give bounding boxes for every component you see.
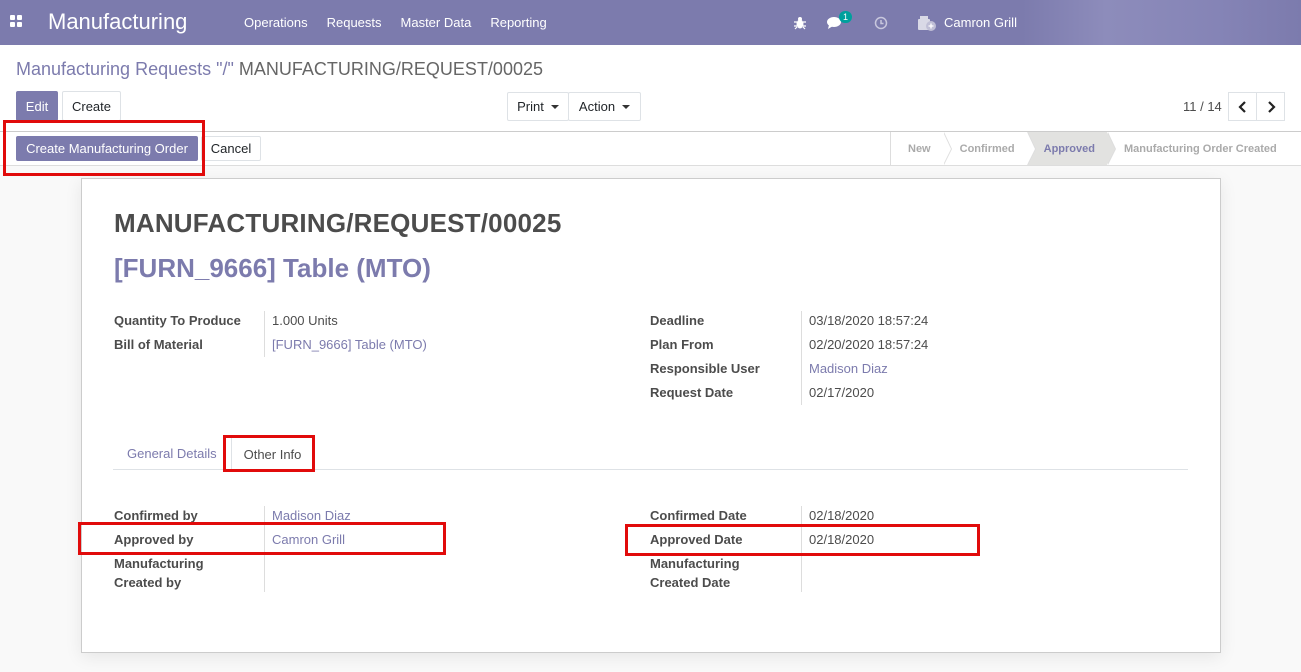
plan-from-label: Plan From bbox=[650, 337, 714, 352]
manufacturing-created-date-label-line1: Manufacturing bbox=[650, 556, 740, 571]
company-avatar-icon bbox=[918, 15, 936, 31]
menu-operations[interactable]: Operations bbox=[244, 15, 308, 30]
approved-by-link[interactable]: Camron Grill bbox=[272, 530, 345, 549]
field-divider bbox=[264, 311, 265, 357]
action-dropdown[interactable]: Action bbox=[568, 92, 641, 121]
main-menu: Operations Requests Master Data Reportin… bbox=[244, 0, 566, 45]
confirmed-date-value: 02/18/2020 bbox=[809, 508, 875, 523]
notebook-tabs: General Details Other Info bbox=[113, 437, 1188, 471]
create-button[interactable]: Create bbox=[62, 91, 121, 121]
manufacturing-created-by-label-line1: Manufacturing bbox=[114, 556, 204, 571]
top-navbar: Manufacturing Operations Requests Master… bbox=[0, 0, 1301, 45]
chevron-left-icon bbox=[1237, 100, 1246, 113]
stage-approved[interactable]: Approved bbox=[1026, 132, 1117, 165]
menu-requests[interactable]: Requests bbox=[327, 15, 382, 30]
pager-value[interactable]: 11 / 14 bbox=[1183, 99, 1222, 114]
breadcrumb-separator: "/" bbox=[216, 59, 234, 79]
record-title: MANUFACTURING/REQUEST/00025 bbox=[114, 208, 562, 238]
deadline-value: 03/18/2020 18:57:24 bbox=[809, 313, 929, 328]
deadline-label: Deadline bbox=[650, 313, 705, 328]
breadcrumb: Manufacturing Requests "/" MANUFACTURING… bbox=[16, 59, 543, 80]
create-manufacturing-order-button[interactable]: Create Manufacturing Order bbox=[16, 136, 198, 161]
plan-from-value: 02/20/2020 18:57:24 bbox=[809, 337, 929, 352]
request-date-label: Request Date bbox=[650, 385, 734, 400]
print-label: Print bbox=[517, 99, 544, 114]
breadcrumb-current: MANUFACTURING/REQUEST/00025 bbox=[238, 59, 543, 79]
pager-previous-button[interactable] bbox=[1228, 92, 1257, 121]
breadcrumb-parent[interactable]: Manufacturing Requests bbox=[16, 59, 211, 79]
field-divider bbox=[801, 311, 802, 405]
apps-menu-icon[interactable] bbox=[10, 15, 23, 27]
confirmed-by-link[interactable]: Madison Diaz bbox=[272, 506, 351, 525]
bill-of-material-link[interactable]: [FURN_9666] Table (MTO) bbox=[272, 335, 427, 354]
field-divider bbox=[801, 506, 802, 592]
tab-general-details[interactable]: General Details bbox=[127, 437, 217, 470]
bill-of-material-label: Bill of Material bbox=[114, 337, 203, 352]
confirmed-date-label: Confirmed Date bbox=[650, 508, 747, 523]
product-name-link[interactable]: [FURN_9666] Table (MTO) bbox=[114, 253, 431, 284]
debug-bug-icon[interactable] bbox=[793, 0, 807, 45]
confirmed-by-label: Confirmed by bbox=[114, 508, 198, 523]
print-caret-icon bbox=[550, 104, 559, 109]
pager-next-button[interactable] bbox=[1256, 92, 1285, 121]
stage-pipeline: New Confirmed Approved Manufacturing Ord… bbox=[890, 132, 1289, 165]
print-dropdown[interactable]: Print bbox=[507, 92, 569, 121]
stage-manufacturing-order-created[interactable]: Manufacturing Order Created bbox=[1107, 132, 1289, 165]
edit-button[interactable]: Edit bbox=[16, 91, 58, 121]
app-title[interactable]: Manufacturing bbox=[48, 9, 187, 35]
cancel-button[interactable]: Cancel bbox=[201, 136, 261, 161]
approved-date-value: 02/18/2020 bbox=[809, 532, 875, 547]
user-name: Camron Grill bbox=[944, 15, 1017, 30]
action-caret-icon bbox=[622, 104, 631, 109]
tab-other-info[interactable]: Other Info bbox=[231, 437, 314, 471]
stage-confirmed[interactable]: Confirmed bbox=[943, 132, 1036, 165]
messaging-chat-icon[interactable]: 1 bbox=[826, 0, 853, 45]
stage-new[interactable]: New bbox=[891, 132, 952, 165]
field-divider bbox=[264, 506, 265, 592]
chat-count-badge: 1 bbox=[839, 11, 853, 23]
manufacturing-created-by-label-line2: Created by bbox=[114, 575, 182, 590]
request-date-value: 02/17/2020 bbox=[809, 385, 875, 400]
action-label: Action bbox=[578, 99, 616, 114]
chevron-right-icon bbox=[1267, 100, 1276, 113]
activity-clock-icon[interactable] bbox=[874, 0, 888, 45]
user-menu[interactable]: Camron Grill bbox=[917, 0, 1017, 45]
responsible-user-link[interactable]: Madison Diaz bbox=[809, 359, 888, 378]
menu-master-data[interactable]: Master Data bbox=[401, 15, 472, 30]
menu-reporting[interactable]: Reporting bbox=[490, 15, 546, 30]
approved-date-label: Approved Date bbox=[650, 532, 743, 547]
manufacturing-created-date-label-line2: Created Date bbox=[650, 575, 731, 590]
approved-by-label: Approved by bbox=[114, 532, 194, 547]
quantity-to-produce-value: 1.000 Units bbox=[272, 313, 338, 328]
form-statusbar: Create Manufacturing Order Cancel New Co… bbox=[0, 131, 1301, 166]
blurred-region bbox=[1022, 0, 1301, 45]
quantity-to-produce-label: Quantity To Produce bbox=[114, 313, 241, 328]
responsible-user-label: Responsible User bbox=[650, 361, 760, 376]
